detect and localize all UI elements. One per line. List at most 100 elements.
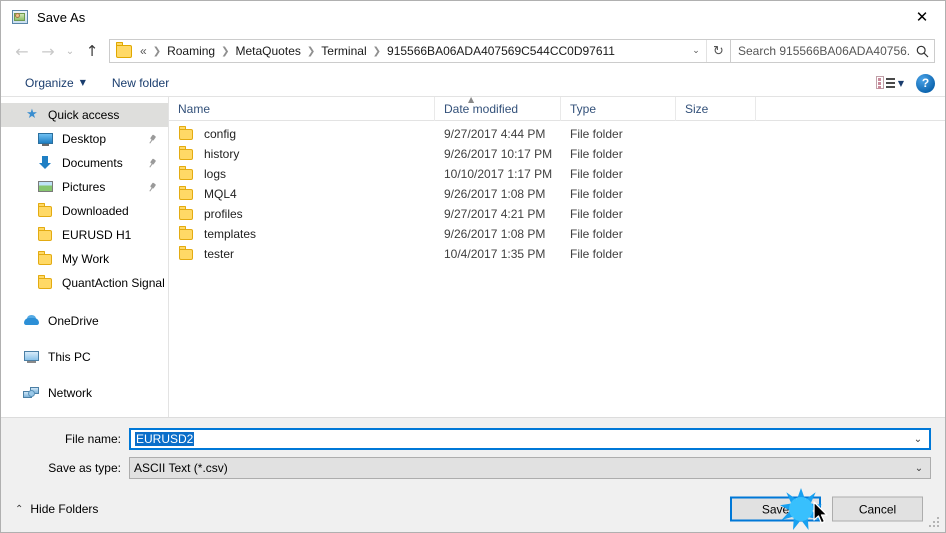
sidebar-item-my-work[interactable]: My Work — [1, 247, 168, 271]
sidebar-item-this-pc[interactable]: This PC — [1, 345, 168, 369]
help-button[interactable]: ? — [916, 73, 935, 93]
search-icon — [910, 45, 934, 58]
column-header-size[interactable]: Size — [676, 96, 756, 121]
file-name-label: logs — [204, 167, 227, 181]
date-modified-cell: 9/26/2017 10:17 PM — [444, 147, 553, 161]
sidebar-item-quick-access[interactable]: ★ Quick access — [1, 103, 168, 127]
up-icon[interactable]: ↑ — [79, 38, 105, 64]
type-cell: File folder — [570, 227, 623, 241]
command-toolbar: Organize ▼ New folder ▼ ? — [1, 69, 945, 97]
cancel-button[interactable]: Cancel — [832, 496, 923, 522]
sidebar-item-downloaded[interactable]: Downloaded — [1, 199, 168, 223]
hide-folders-label: Hide Folders — [30, 502, 99, 516]
sidebar-item-network[interactable]: Network — [1, 381, 168, 405]
file-name-label: templates — [204, 227, 257, 241]
file-name-value: EURUSD2 — [131, 432, 907, 446]
back-icon[interactable]: ← — [9, 38, 35, 64]
sort-ascending-icon: ▲ — [468, 95, 475, 104]
column-header-label: Date modified — [444, 101, 519, 116]
sidebar-item-eurusd-h1[interactable]: EURUSD H1 — [1, 223, 168, 247]
folder-icon — [37, 203, 55, 219]
breadcrumb: « ❯ Roaming ❯ MetaQuotes ❯ Terminal ❯ 91… — [137, 44, 686, 58]
breadcrumb-item-roaming[interactable]: Roaming — [164, 44, 218, 58]
view-layout-icon[interactable] — [875, 75, 896, 91]
column-header-label: Type — [570, 101, 597, 116]
breadcrumb-item-terminal[interactable]: Terminal — [318, 44, 369, 58]
type-cell: File folder — [570, 147, 623, 161]
address-path-field[interactable]: « ❯ Roaming ❯ MetaQuotes ❯ Terminal ❯ 91… — [109, 39, 731, 63]
chevron-down-icon[interactable]: ⌄ — [908, 463, 930, 474]
table-row[interactable]: tester 10/4/2017 1:35 PM File folder — [169, 244, 945, 264]
address-dropdown-icon[interactable]: ⌄ — [686, 40, 706, 62]
breadcrumb-item-terminal-id[interactable]: 915566BA06ADA407569C544CC0D97611 — [384, 44, 618, 58]
table-row[interactable]: MQL4 9/26/2017 1:08 PM File folder — [169, 184, 945, 204]
breadcrumb-item-metaquotes[interactable]: MetaQuotes — [233, 44, 304, 58]
recent-locations-icon[interactable]: ⌄ — [61, 38, 79, 64]
dialog-footer: ⌃ Hide Folders Save Cancel — [1, 486, 945, 532]
sidebar-item-label: EURUSD H1 — [62, 228, 132, 242]
column-header-label: Size — [685, 101, 709, 116]
file-name-input[interactable]: EURUSD2 ⌄ — [129, 428, 931, 450]
file-rows: config 9/27/2017 4:44 PM File folder his… — [169, 121, 945, 417]
onedrive-icon — [23, 313, 41, 329]
file-name-cell: profiles — [169, 206, 435, 222]
sidebar-item-onedrive[interactable]: OneDrive — [1, 309, 168, 333]
file-name-selected-text: EURUSD2 — [135, 432, 195, 446]
folder-icon — [116, 41, 132, 58]
file-name-label: profiles — [204, 207, 243, 221]
sidebar-item-documents[interactable]: Documents — [1, 151, 168, 175]
organize-button[interactable]: Organize ▼ — [15, 72, 96, 94]
save-button[interactable]: Save — [730, 496, 821, 522]
column-header-name[interactable]: Name — [169, 96, 435, 121]
file-name-cell: logs — [169, 166, 435, 182]
column-header-date-modified[interactable]: Date modified — [435, 96, 561, 121]
footer-buttons: Save Cancel — [730, 496, 923, 522]
resize-grip[interactable] — [929, 517, 941, 529]
refresh-icon[interactable]: ↻ — [706, 40, 730, 62]
save-as-type-select[interactable]: ASCII Text (*.csv) ⌄ — [129, 457, 931, 479]
table-row[interactable]: profiles 9/27/2017 4:21 PM File folder — [169, 204, 945, 224]
new-folder-label: New folder — [111, 75, 170, 90]
save-form: File name: EURUSD2 ⌄ Save as type: ASCII… — [1, 417, 945, 486]
toolbar-right-group: ▼ ? — [875, 69, 935, 97]
file-name-label: MQL4 — [204, 187, 237, 201]
column-header-row: Name Date modified Type Size ▲ — [169, 95, 945, 121]
sidebar-item-desktop[interactable]: Desktop — [1, 127, 168, 151]
chevron-up-icon: ⌃ — [15, 503, 24, 515]
star-icon: ★ — [26, 107, 38, 122]
table-row[interactable]: templates 9/26/2017 1:08 PM File folder — [169, 224, 945, 244]
file-name-cell: config — [169, 126, 435, 142]
breadcrumb-overflow-icon[interactable]: « — [137, 44, 150, 58]
window-title: Save As — [37, 9, 86, 25]
folder-icon — [178, 166, 196, 182]
sidebar-item-pictures[interactable]: Pictures — [1, 175, 168, 199]
hide-folders-button[interactable]: ⌃ Hide Folders — [15, 502, 98, 516]
save-as-type-row: Save as type: ASCII Text (*.csv) ⌄ — [15, 457, 931, 479]
folder-icon — [37, 275, 55, 291]
file-name-cell: MQL4 — [169, 186, 435, 202]
sidebar-item-label: Quick access — [48, 108, 120, 122]
new-folder-button[interactable]: New folder — [102, 72, 179, 94]
documents-icon — [37, 155, 55, 171]
column-header-label: Name — [178, 101, 211, 116]
breadcrumb-separator: ❯ — [152, 45, 162, 57]
breadcrumb-separator: ❯ — [306, 45, 316, 57]
folder-icon — [178, 246, 196, 262]
sidebar-item-quantaction-signal[interactable]: QuantAction Signal — [1, 271, 168, 295]
close-icon[interactable]: ✕ — [899, 1, 945, 33]
table-row[interactable]: config 9/27/2017 4:44 PM File folder — [169, 124, 945, 144]
chevron-down-icon[interactable]: ⌄ — [907, 434, 929, 445]
this-pc-icon — [23, 349, 41, 365]
search-input[interactable]: Search 915566BA06ADA40756... — [731, 39, 935, 63]
table-row[interactable]: logs 10/10/2017 1:17 PM File folder — [169, 164, 945, 184]
table-row[interactable]: history 9/26/2017 10:17 PM File folder — [169, 144, 945, 164]
file-name-label: File name: — [64, 432, 121, 446]
forward-icon[interactable]: → — [35, 38, 61, 64]
column-header-type[interactable]: Type — [561, 96, 676, 121]
title-bar: Save As ✕ — [1, 1, 945, 33]
organize-label: Organize — [25, 75, 74, 90]
view-chevron-down-icon[interactable]: ▼ — [898, 79, 904, 88]
